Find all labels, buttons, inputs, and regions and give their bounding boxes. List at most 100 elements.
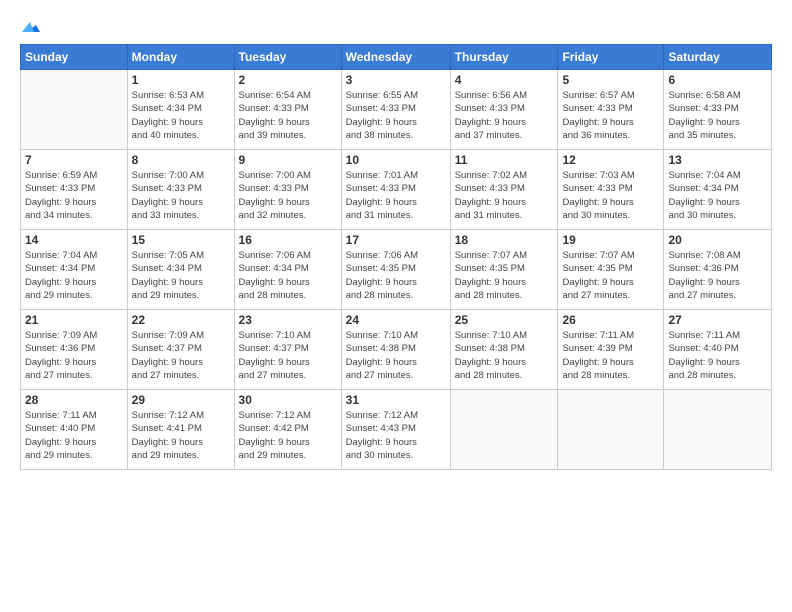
- calendar-cell: 30 Sunrise: 7:12 AM Sunset: 4:42 PM Dayli…: [234, 390, 341, 470]
- day-info: Sunrise: 7:04 AM Sunset: 4:34 PM Dayligh…: [25, 249, 123, 302]
- calendar-cell: 25 Sunrise: 7:10 AM Sunset: 4:38 PM Dayli…: [450, 310, 558, 390]
- day-number: 2: [239, 73, 337, 87]
- day-info: Sunrise: 7:12 AM Sunset: 4:43 PM Dayligh…: [346, 409, 446, 462]
- calendar-week-row: 21 Sunrise: 7:09 AM Sunset: 4:36 PM Dayli…: [21, 310, 772, 390]
- day-info: Sunrise: 7:01 AM Sunset: 4:33 PM Dayligh…: [346, 169, 446, 222]
- calendar-cell: 4 Sunrise: 6:56 AM Sunset: 4:33 PM Daylig…: [450, 70, 558, 150]
- calendar-week-row: 7 Sunrise: 6:59 AM Sunset: 4:33 PM Daylig…: [21, 150, 772, 230]
- calendar-cell: 12 Sunrise: 7:03 AM Sunset: 4:33 PM Dayli…: [558, 150, 664, 230]
- calendar-cell: 28Sunrise: 7:11 AM Sunset: 4:40 PM Dayli…: [21, 390, 128, 470]
- calendar-cell: 10 Sunrise: 7:01 AM Sunset: 4:33 PM Dayli…: [341, 150, 450, 230]
- day-info: Sunrise: 7:06 AM Sunset: 4:34 PM Dayligh…: [239, 249, 337, 302]
- calendar-cell: 9 Sunrise: 7:00 AM Sunset: 4:33 PM Daylig…: [234, 150, 341, 230]
- calendar-cell: [664, 390, 772, 470]
- day-number: 8: [132, 153, 230, 167]
- day-info: Sunrise: 6:58 AM Sunset: 4:33 PM Dayligh…: [668, 89, 767, 142]
- day-info: Sunrise: 7:12 AM Sunset: 4:41 PM Dayligh…: [132, 409, 230, 462]
- day-info: Sunrise: 6:54 AM Sunset: 4:33 PM Dayligh…: [239, 89, 337, 142]
- day-number: 20: [668, 233, 767, 247]
- day-info: Sunrise: 7:05 AM Sunset: 4:34 PM Dayligh…: [132, 249, 230, 302]
- day-number: 29: [132, 393, 230, 407]
- day-number: 3: [346, 73, 446, 87]
- header: [20, 16, 772, 36]
- calendar-day-header: Saturday: [664, 45, 772, 70]
- calendar-table: SundayMondayTuesdayWednesdayThursdayFrid…: [20, 44, 772, 470]
- calendar-week-row: 1 Sunrise: 6:53 AM Sunset: 4:34 PM Daylig…: [21, 70, 772, 150]
- day-number: 11: [455, 153, 554, 167]
- calendar-cell: 14 Sunrise: 7:04 AM Sunset: 4:34 PM Dayli…: [21, 230, 128, 310]
- calendar-cell: 5 Sunrise: 6:57 AM Sunset: 4:33 PM Daylig…: [558, 70, 664, 150]
- day-info: Sunrise: 7:11 AM Sunset: 4:40 PM Dayligh…: [668, 329, 767, 382]
- calendar-cell: 7 Sunrise: 6:59 AM Sunset: 4:33 PM Daylig…: [21, 150, 128, 230]
- calendar-cell: 20 Sunrise: 7:08 AM Sunset: 4:36 PM Dayli…: [664, 230, 772, 310]
- day-info: Sunrise: 7:10 AM Sunset: 4:37 PM Dayligh…: [239, 329, 337, 382]
- day-number: 26: [562, 313, 659, 327]
- calendar-day-header: Friday: [558, 45, 664, 70]
- calendar-cell: 8 Sunrise: 7:00 AM Sunset: 4:33 PM Daylig…: [127, 150, 234, 230]
- day-number: 9: [239, 153, 337, 167]
- day-info: Sunrise: 6:57 AM Sunset: 4:33 PM Dayligh…: [562, 89, 659, 142]
- calendar-cell: 26 Sunrise: 7:11 AM Sunset: 4:39 PM Dayli…: [558, 310, 664, 390]
- calendar-cell: [450, 390, 558, 470]
- day-number: 14: [25, 233, 123, 247]
- day-number: 25: [455, 313, 554, 327]
- day-info: Sunrise: 7:03 AM Sunset: 4:33 PM Dayligh…: [562, 169, 659, 222]
- calendar-cell: 3Sunrise: 6:55 AM Sunset: 4:33 PM Daylig…: [341, 70, 450, 150]
- calendar-cell: 31 Sunrise: 7:12 AM Sunset: 4:43 PM Dayli…: [341, 390, 450, 470]
- calendar-week-row: 14 Sunrise: 7:04 AM Sunset: 4:34 PM Dayli…: [21, 230, 772, 310]
- day-info: Sunrise: 7:00 AM Sunset: 4:33 PM Dayligh…: [239, 169, 337, 222]
- calendar-cell: 17Sunrise: 7:06 AM Sunset: 4:35 PM Dayli…: [341, 230, 450, 310]
- calendar-day-header: Thursday: [450, 45, 558, 70]
- calendar-day-header: Monday: [127, 45, 234, 70]
- calendar-cell: 2 Sunrise: 6:54 AM Sunset: 4:33 PM Daylig…: [234, 70, 341, 150]
- day-number: 15: [132, 233, 230, 247]
- calendar-cell: 23 Sunrise: 7:10 AM Sunset: 4:37 PM Dayli…: [234, 310, 341, 390]
- page: SundayMondayTuesdayWednesdayThursdayFrid…: [0, 0, 792, 612]
- day-number: 12: [562, 153, 659, 167]
- day-info: Sunrise: 7:12 AM Sunset: 4:42 PM Dayligh…: [239, 409, 337, 462]
- calendar-day-header: Wednesday: [341, 45, 450, 70]
- calendar-cell: 11 Sunrise: 7:02 AM Sunset: 4:33 PM Dayli…: [450, 150, 558, 230]
- calendar-header-row: SundayMondayTuesdayWednesdayThursdayFrid…: [21, 45, 772, 70]
- day-info: Sunrise: 6:53 AM Sunset: 4:34 PM Dayligh…: [132, 89, 230, 142]
- calendar-cell: 22Sunrise: 7:09 AM Sunset: 4:37 PM Dayli…: [127, 310, 234, 390]
- calendar-cell: 16Sunrise: 7:06 AM Sunset: 4:34 PM Dayli…: [234, 230, 341, 310]
- day-number: 27: [668, 313, 767, 327]
- day-number: 28: [25, 393, 123, 407]
- day-number: 23: [239, 313, 337, 327]
- calendar-cell: 19Sunrise: 7:07 AM Sunset: 4:35 PM Dayli…: [558, 230, 664, 310]
- day-number: 24: [346, 313, 446, 327]
- day-number: 18: [455, 233, 554, 247]
- logo: [20, 16, 40, 36]
- day-info: Sunrise: 7:09 AM Sunset: 4:36 PM Dayligh…: [25, 329, 123, 382]
- logo-icon: [22, 18, 40, 36]
- day-info: Sunrise: 7:08 AM Sunset: 4:36 PM Dayligh…: [668, 249, 767, 302]
- day-info: Sunrise: 7:04 AM Sunset: 4:34 PM Dayligh…: [668, 169, 767, 222]
- day-info: Sunrise: 7:02 AM Sunset: 4:33 PM Dayligh…: [455, 169, 554, 222]
- day-info: Sunrise: 6:56 AM Sunset: 4:33 PM Dayligh…: [455, 89, 554, 142]
- calendar-cell: 24 Sunrise: 7:10 AM Sunset: 4:38 PM Dayli…: [341, 310, 450, 390]
- day-info: Sunrise: 7:07 AM Sunset: 4:35 PM Dayligh…: [455, 249, 554, 302]
- day-number: 6: [668, 73, 767, 87]
- day-info: Sunrise: 7:10 AM Sunset: 4:38 PM Dayligh…: [455, 329, 554, 382]
- calendar-cell: [21, 70, 128, 150]
- day-number: 7: [25, 153, 123, 167]
- calendar-cell: 21 Sunrise: 7:09 AM Sunset: 4:36 PM Dayli…: [21, 310, 128, 390]
- day-number: 21: [25, 313, 123, 327]
- day-info: Sunrise: 6:59 AM Sunset: 4:33 PM Dayligh…: [25, 169, 123, 222]
- day-number: 31: [346, 393, 446, 407]
- calendar-day-header: Tuesday: [234, 45, 341, 70]
- day-info: Sunrise: 7:11 AM Sunset: 4:39 PM Dayligh…: [562, 329, 659, 382]
- day-number: 22: [132, 313, 230, 327]
- day-number: 5: [562, 73, 659, 87]
- day-number: 30: [239, 393, 337, 407]
- day-info: Sunrise: 7:10 AM Sunset: 4:38 PM Dayligh…: [346, 329, 446, 382]
- day-info: Sunrise: 7:00 AM Sunset: 4:33 PM Dayligh…: [132, 169, 230, 222]
- day-number: 19: [562, 233, 659, 247]
- day-number: 10: [346, 153, 446, 167]
- day-number: 4: [455, 73, 554, 87]
- calendar-cell: 6 Sunrise: 6:58 AM Sunset: 4:33 PM Daylig…: [664, 70, 772, 150]
- calendar-cell: [558, 390, 664, 470]
- day-number: 1: [132, 73, 230, 87]
- calendar-cell: 27 Sunrise: 7:11 AM Sunset: 4:40 PM Dayli…: [664, 310, 772, 390]
